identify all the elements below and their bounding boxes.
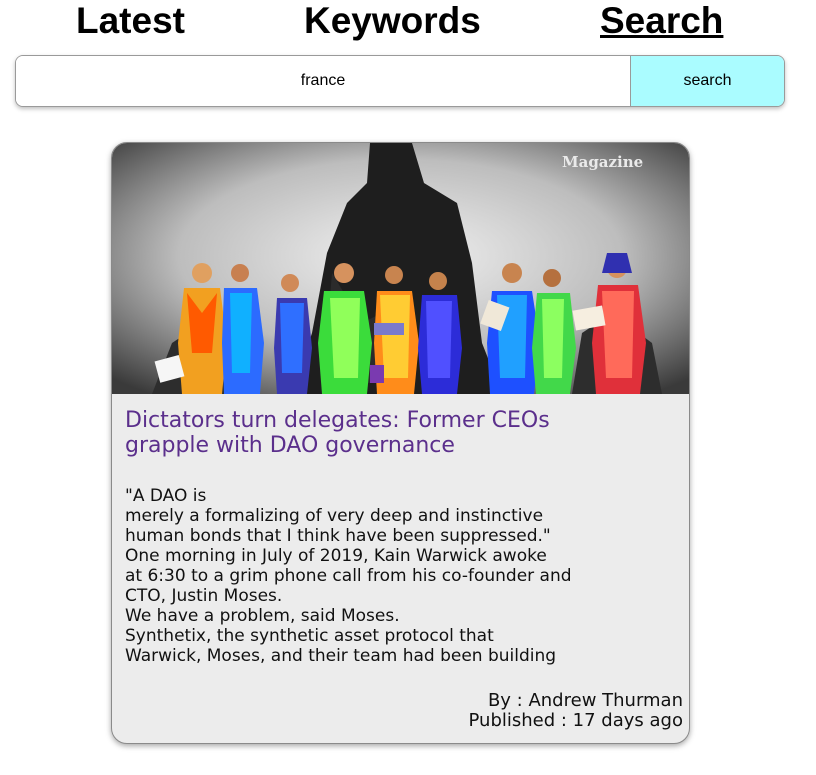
- search-bar: search: [15, 55, 785, 107]
- excerpt-line: We have a problem, said Moses.: [125, 606, 400, 626]
- top-nav: Latest Keywords Search: [0, 0, 816, 50]
- nav-search-link[interactable]: Search: [600, 0, 723, 42]
- search-input[interactable]: [16, 56, 630, 106]
- search-button[interactable]: search: [630, 56, 784, 106]
- article-title-line: grapple with DAO governance: [125, 433, 455, 458]
- nav-latest-link[interactable]: Latest: [76, 0, 185, 42]
- excerpt-line: merely a formalizing of very deep and in…: [125, 506, 544, 526]
- nav-keywords-link[interactable]: Keywords: [304, 0, 481, 42]
- magazine-watermark: Magazine: [562, 153, 643, 171]
- article-title[interactable]: Dictators turn delegates: Former CEOs gr…: [125, 408, 675, 458]
- article-author: By : Andrew Thurman: [487, 690, 683, 711]
- article-image[interactable]: Magazine: [112, 143, 689, 394]
- excerpt-line: CTO, Justin Moses.: [125, 586, 283, 606]
- article-published: Published : 17 days ago: [468, 710, 683, 731]
- excerpt-line: "A DAO is: [125, 486, 207, 506]
- excerpt-line: One morning in July of 2019, Kain Warwic…: [125, 546, 547, 566]
- excerpt-line: at 6:30 to a grim phone call from his co…: [125, 566, 572, 586]
- article-excerpt: "A DAO is merely a formalizing of very d…: [125, 486, 675, 666]
- article-meta: By : Andrew Thurman Published : 17 days …: [469, 691, 683, 731]
- excerpt-line: human bonds that I think have been suppr…: [125, 526, 551, 546]
- article-title-line: Dictators turn delegates: Former CEOs: [125, 408, 550, 433]
- excerpt-line: Synthetix, the synthetic asset protocol …: [125, 626, 494, 646]
- article-card[interactable]: Magazine Dictators turn delegates: Forme…: [111, 142, 690, 744]
- excerpt-line: Warwick, Moses, and their team had been …: [125, 646, 557, 666]
